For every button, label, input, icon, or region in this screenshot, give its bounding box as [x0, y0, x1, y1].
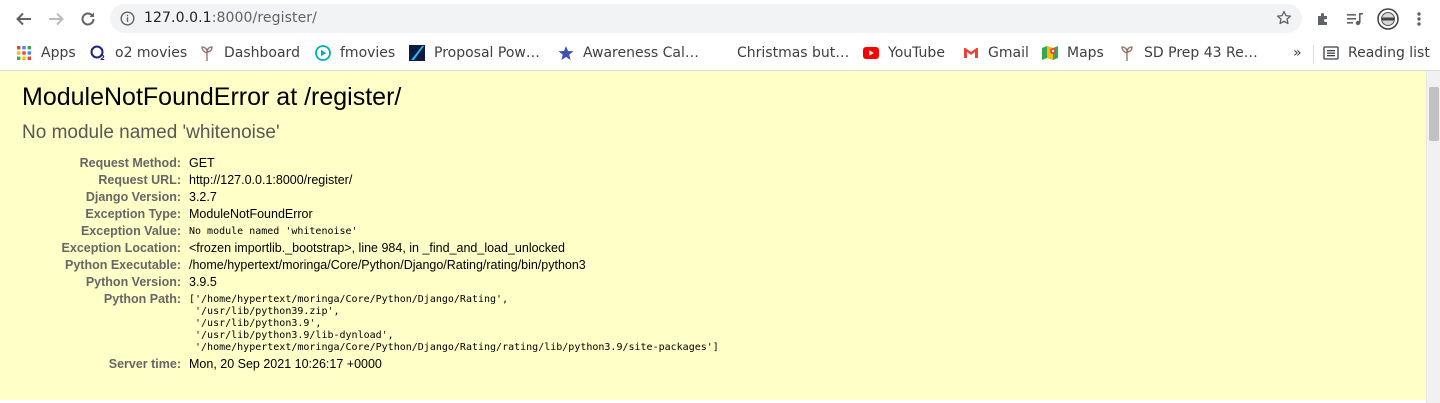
error-subtitle: No module named 'whitenoise': [22, 122, 280, 143]
bookmark-label: Maps: [1067, 45, 1104, 61]
blank-page-icon: [712, 45, 728, 61]
bookmark-label: YouTube: [888, 45, 945, 61]
bookmark-youtube[interactable]: YouTube: [863, 43, 945, 63]
request-meta-table: Request Method: GET Request URL: http://…: [0, 155, 719, 373]
bookmarks-bar: Apps 2 o2 movies Dashboard fmovies Propo…: [0, 37, 1440, 71]
meta-label: Exception Type:: [85, 207, 181, 221]
address-bar[interactable]: 127.0.0.1:8000/register/: [110, 4, 1302, 33]
bookmark-label: Awareness Cal…: [583, 45, 699, 61]
fmovies-play-icon: [315, 45, 331, 61]
dashboard-sprout-icon: [199, 45, 215, 61]
meta-row-request-url: Request URL: http://127.0.0.1:8000/regis…: [0, 172, 719, 189]
gmail-icon: [963, 45, 979, 61]
bookmark-dashboard[interactable]: Dashboard: [199, 43, 300, 63]
bookmark-gmail[interactable]: Gmail: [963, 43, 1029, 63]
bookmark-label: Dashboard: [224, 45, 300, 61]
bookmark-star-icon[interactable]: [1276, 10, 1292, 26]
overflow-chevron: »: [1293, 45, 1302, 61]
media-control-button[interactable]: [1344, 8, 1366, 30]
meta-value: 3.2.7: [189, 190, 217, 204]
meta-value-cell: ['/home/hypertext/moringa/Core/Python/Dj…: [189, 291, 719, 356]
puzzle-icon: [1318, 13, 1327, 25]
reload-button[interactable]: [75, 6, 101, 32]
bookmark-o2-movies[interactable]: 2 o2 movies: [90, 43, 187, 63]
bookmark-christmas[interactable]: Christmas but…: [712, 43, 849, 63]
bookmark-label: SD Prep 43 Re…: [1144, 45, 1258, 61]
reading-list-button[interactable]: Reading list: [1323, 43, 1430, 63]
back-button[interactable]: [11, 6, 37, 32]
youtube-icon: [863, 45, 879, 61]
meta-value: http://127.0.0.1:8000/register/: [189, 173, 353, 187]
svg-text:2: 2: [100, 54, 105, 61]
o2-movies-icon: 2: [90, 45, 106, 61]
meta-label: Exception Location:: [61, 241, 181, 255]
meta-row-exception-location: Exception Location: <frozen importlib._b…: [0, 240, 719, 257]
meta-row-python-executable: Python Executable: /home/hypertext/morin…: [0, 257, 719, 274]
meta-row-exception-value: Exception Value: No module named 'whiten…: [0, 223, 719, 240]
meta-value: No module named 'whitenoise': [189, 226, 358, 237]
error-title: ModuleNotFoundError at /register/: [22, 83, 402, 111]
info-icon[interactable]: [120, 11, 135, 26]
meta-value: Mon, 20 Sep 2021 10:26:17 +0000: [189, 357, 382, 371]
meta-row-django-version: Django Version: 3.2.7: [0, 189, 719, 206]
bookmark-label: Apps: [41, 45, 76, 61]
meta-row-python-version: Python Version: 3.9.5: [0, 274, 719, 291]
reading-list-icon: [1323, 45, 1339, 61]
star-icon: [558, 45, 574, 61]
bookmark-proposal[interactable]: Proposal Pow…: [409, 43, 540, 63]
back-arrow-icon: [16, 12, 31, 26]
browser-menu-button[interactable]: [1408, 8, 1430, 30]
sd-prep-sprout-icon: [1119, 45, 1135, 61]
address-host: 127.0.0.1: [144, 10, 212, 26]
bookmark-label: Christmas but…: [737, 45, 850, 61]
meta-value: /home/hypertext/moringa/Core/Python/Djan…: [189, 258, 586, 272]
apps-grid-icon: [16, 45, 32, 61]
address-path: :8000/register/: [211, 10, 317, 26]
maps-icon: [1042, 45, 1058, 61]
meta-label: Server time:: [108, 357, 181, 371]
playlist-music-icon: [1347, 13, 1363, 26]
meta-label: Python Version:: [85, 275, 181, 289]
meta-value: <frozen importlib._bootstrap>, line 984,…: [189, 241, 565, 255]
forward-arrow-icon: [49, 12, 64, 26]
kebab-menu-icon: [1417, 12, 1421, 26]
meta-label: Python Path:: [103, 292, 181, 306]
bookmark-awareness[interactable]: Awareness Cal…: [558, 43, 699, 63]
meta-row-server-time: Server time: Mon, 20 Sep 2021 10:26:17 +…: [0, 356, 719, 373]
proposal-icon: [409, 45, 425, 61]
reload-icon: [81, 12, 95, 26]
bookmarks-divider: [1313, 45, 1314, 63]
bookmark-fmovies[interactable]: fmovies: [315, 43, 395, 63]
meta-label: Request URL:: [98, 173, 181, 187]
meta-row-exception-type: Exception Type: ModuleNotFoundError: [0, 206, 719, 223]
avatar-icon: [1377, 8, 1399, 30]
meta-value: 3.9.5: [189, 275, 217, 289]
meta-row-python-path: Python Path: ['/home/hypertext/moringa/C…: [0, 291, 719, 356]
bookmark-maps[interactable]: Maps: [1042, 43, 1104, 63]
profile-avatar-button[interactable]: [1377, 8, 1399, 30]
address-url[interactable]: 127.0.0.1:8000/register/: [144, 10, 317, 26]
error-summary-panel: ModuleNotFoundError at /register/ No mod…: [0, 71, 1426, 401]
meta-label: Django Version:: [85, 190, 181, 204]
bookmarks-overflow-button[interactable]: »: [1293, 43, 1302, 63]
meta-value: ModuleNotFoundError: [189, 207, 313, 221]
scrollbar-thumb[interactable]: [1429, 87, 1439, 141]
bookmark-sd-prep[interactable]: SD Prep 43 Re…: [1119, 43, 1258, 63]
meta-label: Exception Value:: [80, 224, 181, 238]
browser-toolbar: 127.0.0.1:8000/register/: [0, 0, 1440, 37]
extensions-button[interactable]: [1313, 8, 1335, 30]
bookmark-label: o2 movies: [115, 45, 188, 61]
meta-label: Request Method:: [79, 156, 181, 170]
meta-label: Python Executable:: [65, 258, 181, 272]
reading-list-label: Reading list: [1348, 45, 1430, 61]
python-path-list: ['/home/hypertext/moringa/Core/Python/Dj…: [189, 294, 719, 353]
meta-row-request-method: Request Method: GET: [0, 155, 719, 172]
forward-button[interactable]: [43, 6, 69, 32]
page-scrollbar[interactable]: [1426, 71, 1440, 403]
bookmark-label: Proposal Pow…: [434, 45, 540, 61]
bookmark-apps[interactable]: Apps: [16, 43, 76, 63]
meta-value: GET: [189, 156, 215, 170]
bookmark-label: fmovies: [340, 45, 396, 61]
bookmark-label: Gmail: [988, 45, 1029, 61]
